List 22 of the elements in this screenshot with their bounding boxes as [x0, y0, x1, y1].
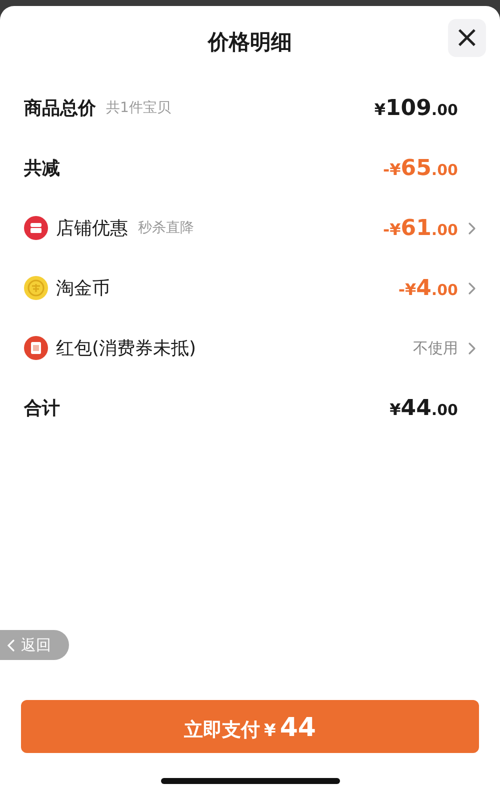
- row-value: 不使用: [413, 338, 458, 358]
- amount-text: ¥109.00: [374, 96, 458, 120]
- envelope-icon: [24, 336, 48, 360]
- chevron-left-icon: [7, 638, 15, 652]
- row-label: 店铺优惠: [56, 217, 128, 240]
- pay-button[interactable]: 立即支付 ¥44: [21, 700, 479, 753]
- shop-icon: [24, 216, 48, 240]
- amount-text: -¥4.00: [398, 276, 458, 300]
- coin-icon: [24, 276, 48, 300]
- close-button[interactable]: ×: [448, 19, 486, 57]
- amount-text: -¥65.00: [383, 156, 458, 180]
- sheet-title: 价格明细: [208, 29, 292, 56]
- row-label: 商品总价: [24, 97, 96, 120]
- back-button[interactable]: 返回: [0, 630, 69, 660]
- amount-text: -¥61.00: [383, 216, 458, 240]
- row-label: 淘金币: [56, 277, 110, 300]
- row-note: 共1件宝贝: [106, 99, 171, 117]
- row-note: 秒杀直降: [138, 219, 194, 237]
- row-label: 红包(消费券未抵): [56, 337, 196, 360]
- amount-text: ¥44.00: [390, 396, 458, 420]
- row-label: 共减: [24, 157, 60, 180]
- row-label: 合计: [24, 397, 60, 420]
